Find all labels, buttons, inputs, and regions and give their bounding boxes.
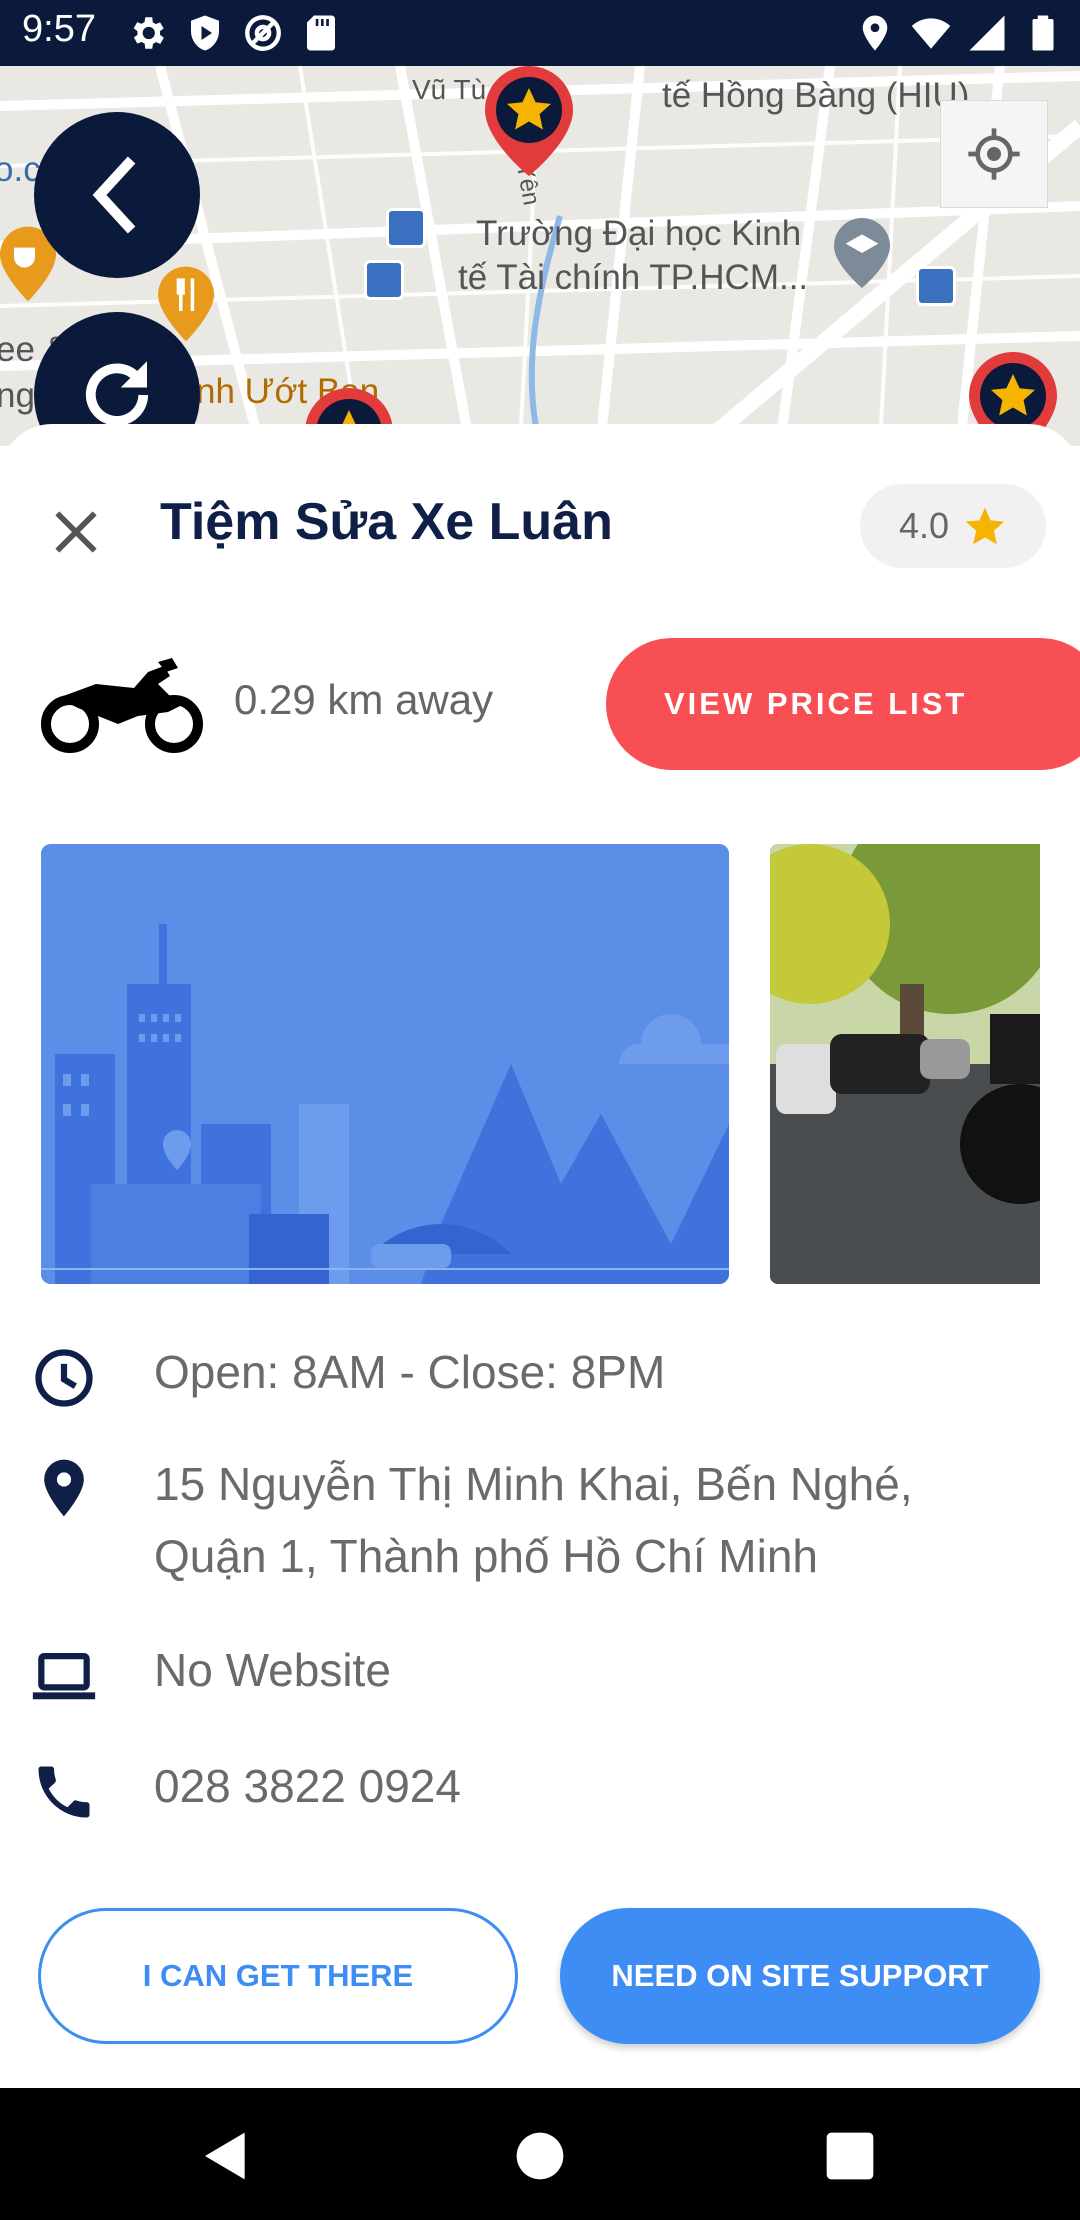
hours-text: Open: 8AM - Close: 8PM [154,1346,666,1398]
map-label: Vũ Tù [412,74,487,105]
location-pin-icon [44,1459,84,1517]
back-icon [92,156,136,234]
at-sign-icon [245,15,281,51]
map-label: ng [0,376,35,415]
phone-text[interactable]: 028 3822 0924 [154,1758,1034,1814]
bus-stop-icon [916,266,956,306]
close-icon[interactable] [48,504,104,560]
website-row: No Website [30,1642,1034,1710]
shop-photo-placeholder[interactable] [41,844,729,1284]
navigation-bar [0,2088,1080,2220]
phone-icon [38,1766,90,1818]
bus-stop-icon [386,208,426,248]
clock-icon [35,1349,93,1407]
signal-icon [969,15,1005,51]
view-price-list-button[interactable]: VIEW PRICE LIST [606,638,1080,770]
address-row: 15 Nguyễn Thị Minh Khai, Bến Nghé, Quận … [30,1454,1034,1592]
shop-detail-sheet: Tiệm Sửa Xe Luân 4.0 0.29 km away VIEW P… [0,424,1080,2088]
city-illustration [41,844,729,1284]
rating-value: 4.0 [898,505,950,546]
phone-row[interactable]: 028 3822 0924 [30,1758,1034,1826]
wifi-icon [911,18,951,49]
get-there-button[interactable]: I CAN GET THERE [38,1908,518,2044]
nav-back-icon[interactable] [198,2128,254,2184]
website-text: No Website [154,1644,391,1696]
map-label: tế Hồng Bàng (HIU) [662,76,970,115]
street-photo [770,844,1040,1284]
shop-pin-icon[interactable] [484,66,574,176]
status-bar: 9:57 [0,0,1080,66]
settings-icon [133,17,164,49]
battery-icon [1032,15,1054,51]
motorcycle-icon [41,658,203,753]
bus-stop-icon [364,260,404,300]
shop-name: Tiệm Sửa Xe Luân [160,493,613,551]
my-location-icon [968,128,1020,180]
nav-recents-icon[interactable] [822,2128,878,2184]
map-label: tế Tài chính TP.HCM... [458,258,809,297]
on-site-support-button[interactable]: NEED ON SITE SUPPORT [560,1908,1040,2044]
sd-card-icon [307,15,335,51]
distance-text: 0.29 km away [234,676,494,723]
shield-play-icon [191,15,219,51]
star-icon [965,507,1005,545]
back-button[interactable] [34,112,200,278]
my-location-button[interactable] [940,100,1048,208]
status-time: 9:57 [22,8,96,50]
map-view[interactable]: Vũ Tù tế Hồng Bàng (HIU) o.c ach Miễu Tr… [0,66,1080,446]
university-marker-icon [834,218,890,288]
nav-home-icon[interactable] [512,2128,568,2184]
hours-row: Open: 8AM - Close: 8PM [30,1344,1034,1412]
address-text: 15 Nguyễn Thị Minh Khai, Bến Nghé, Quận … [154,1458,913,1582]
shop-photo[interactable] [770,844,1040,1284]
map-label: Trường Đại học Kinh [476,214,802,253]
location-icon [862,15,888,51]
laptop-icon [32,1653,96,1700]
rating-chip: 4.0 [860,484,1046,568]
